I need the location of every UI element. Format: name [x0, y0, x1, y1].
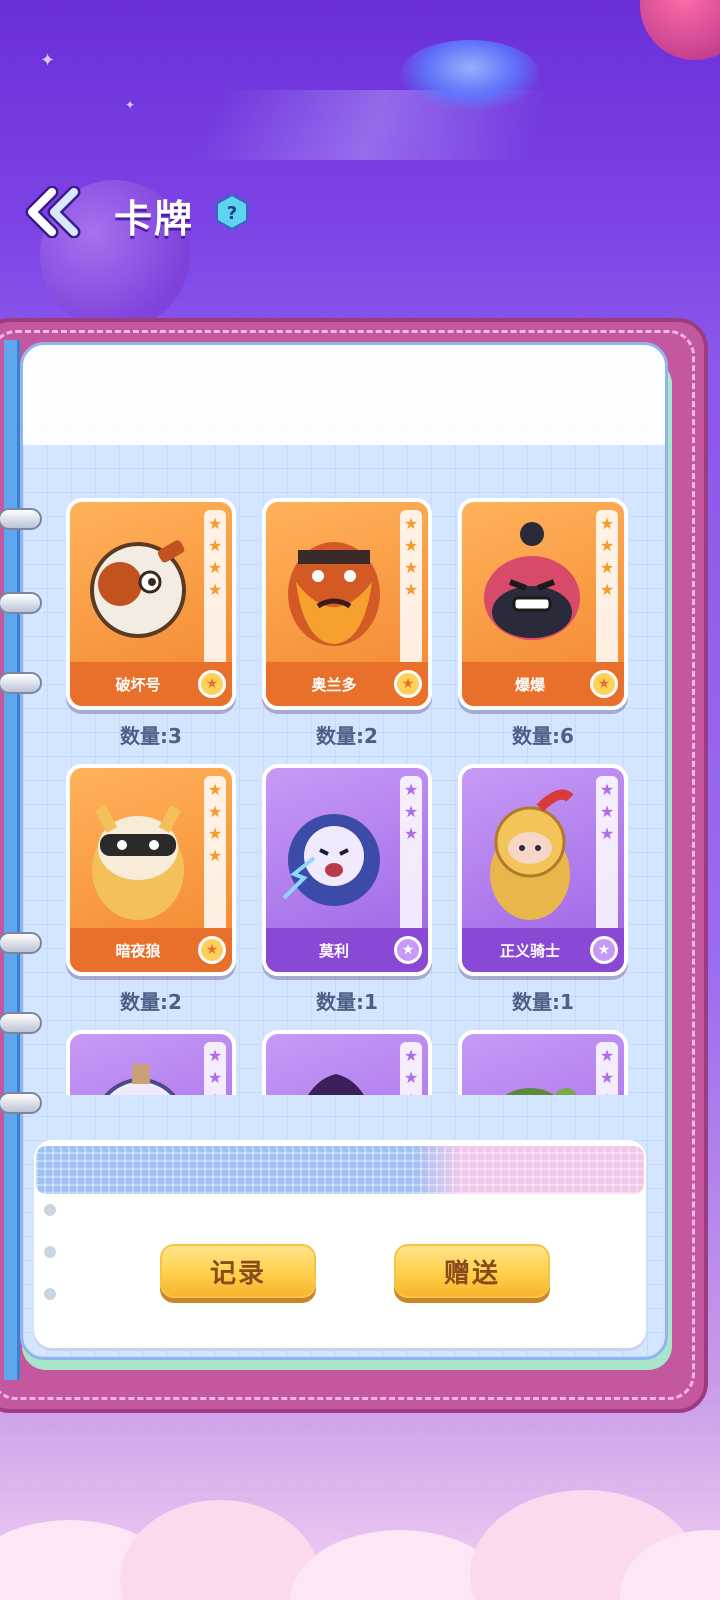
tape-decoration	[36, 1146, 644, 1194]
binder-ring	[0, 1012, 42, 1034]
binder-ring	[0, 592, 42, 614]
star-icon: ★	[599, 558, 615, 577]
character-portrait	[490, 789, 574, 920]
rarity-badge-icon: ★	[590, 670, 618, 698]
planet-decoration	[640, 0, 720, 60]
character-portrait	[505, 1088, 577, 1095]
star-rating: ★ ★ ★	[400, 1042, 422, 1095]
character-portrait	[92, 805, 184, 920]
star-icon: ★	[599, 514, 615, 533]
card-grid[interactable]: ★ ★ ★ ★ 破坏号 ★ 数量:3 ★ ★ ★ ★ 奥兰多 ★ 数量:2 ★ ★ ★ ★ 爆爆 ★ 数量:6 ★ ★ ★ ★ 暗…	[40, 490, 680, 1095]
binder-ring	[0, 672, 42, 694]
star-icon: ★	[207, 802, 223, 821]
star-icon: ★	[207, 824, 223, 843]
card-count: 数量:1	[316, 990, 378, 1014]
character-portrait	[484, 522, 580, 640]
binder-ring	[0, 1092, 42, 1114]
character-card[interactable]: ★ ★ ★ ★ 破坏号 ★	[66, 498, 236, 710]
card-count: 数量:2	[316, 724, 378, 748]
star-icon: ★	[207, 580, 223, 599]
page-title: 卡牌	[114, 197, 195, 241]
star-rating: ★ ★ ★ ★	[204, 776, 226, 936]
star-icon: ★	[599, 580, 615, 599]
svg-text:?: ?	[227, 203, 237, 224]
star-icon: ★	[207, 1046, 223, 1065]
star-icon: ★	[403, 780, 419, 799]
character-portrait	[288, 542, 380, 646]
star-rating: ★ ★ ★	[400, 776, 422, 936]
star-icon: ★	[404, 1090, 418, 1095]
star-icon: ★	[207, 536, 223, 555]
star-icon: ★	[599, 780, 615, 799]
star-rating: ★ ★ ★	[596, 1042, 618, 1095]
star-icon: ★	[207, 1068, 223, 1087]
star-icon: ★	[599, 802, 615, 821]
ufo-decoration	[400, 40, 540, 110]
cloud-decoration	[0, 1430, 720, 1600]
character-card[interactable]: ★ ★ ★ ★ 暗夜狼 ★	[66, 764, 236, 976]
notebook-spine	[4, 340, 20, 1380]
star-rating: ★ ★ ★ ★	[204, 510, 226, 670]
rarity-badge-icon: ★	[590, 936, 618, 964]
card-count: 数量:6	[512, 724, 574, 748]
panel-hole	[44, 1204, 56, 1216]
star-icon: ★	[208, 1090, 222, 1095]
star-icon: ★	[207, 846, 223, 865]
character-card[interactable]: ★ ★ ★	[458, 1030, 628, 1095]
card-count: 数量:3	[120, 724, 182, 748]
character-card[interactable]: ★ ★ ★ ★ 奥兰多 ★	[262, 498, 432, 710]
binder-ring	[0, 932, 42, 954]
binder-ring	[0, 508, 42, 530]
star-icon: ★	[403, 580, 419, 599]
card-count: 数量:1	[512, 990, 574, 1014]
back-button[interactable]	[22, 185, 90, 239]
record-button[interactable]: 记录	[160, 1244, 316, 1298]
sparkle-icon: ✦	[40, 50, 56, 71]
star-rating: ★ ★ ★ ★	[400, 510, 422, 670]
character-portrait	[104, 1064, 176, 1095]
rarity-badge-icon: ★	[198, 670, 226, 698]
character-card[interactable]: ★ ★ ★	[66, 1030, 236, 1095]
character-portrait	[282, 814, 380, 906]
star-rating: ★ ★ ★	[596, 776, 618, 936]
star-icon: ★	[599, 536, 615, 555]
star-icon: ★	[403, 1046, 419, 1065]
star-icon: ★	[207, 514, 223, 533]
sparkle-icon: ✦	[125, 98, 136, 112]
panel-hole	[44, 1288, 56, 1300]
rarity-badge-icon: ★	[198, 936, 226, 964]
star-rating: ★ ★ ★ ★	[596, 510, 618, 670]
star-icon: ★	[207, 780, 223, 799]
character-card[interactable]: ★ ★ ★	[262, 1030, 432, 1095]
star-icon: ★	[599, 1046, 615, 1065]
star-icon: ★	[403, 536, 419, 555]
star-rating: ★ ★ ★	[204, 1042, 226, 1095]
star-icon: ★	[403, 824, 419, 843]
character-card[interactable]: ★ ★ ★ ★ 爆爆 ★	[458, 498, 628, 710]
star-icon: ★	[600, 1090, 614, 1095]
gift-button[interactable]: 赠送	[394, 1244, 550, 1298]
star-icon: ★	[599, 824, 615, 843]
card-count: 数量:2	[120, 990, 182, 1014]
help-icon: ?	[216, 193, 248, 231]
character-portrait	[90, 540, 186, 638]
star-icon: ★	[403, 1068, 419, 1087]
star-icon: ★	[403, 558, 419, 577]
character-portrait	[308, 1074, 364, 1095]
scallop-border	[23, 429, 665, 451]
star-icon: ★	[207, 558, 223, 577]
character-card[interactable]: ★ ★ ★ 莫利 ★	[262, 764, 432, 976]
rarity-badge-icon: ★	[394, 936, 422, 964]
rarity-badge-icon: ★	[394, 670, 422, 698]
character-card[interactable]: ★ ★ ★ 正义骑士 ★	[458, 764, 628, 976]
help-button[interactable]: ?	[214, 193, 250, 231]
double-chevron-left-icon	[25, 185, 81, 239]
panel-hole	[44, 1246, 56, 1258]
star-icon: ★	[599, 1068, 615, 1087]
star-icon: ★	[403, 802, 419, 821]
star-icon: ★	[403, 514, 419, 533]
